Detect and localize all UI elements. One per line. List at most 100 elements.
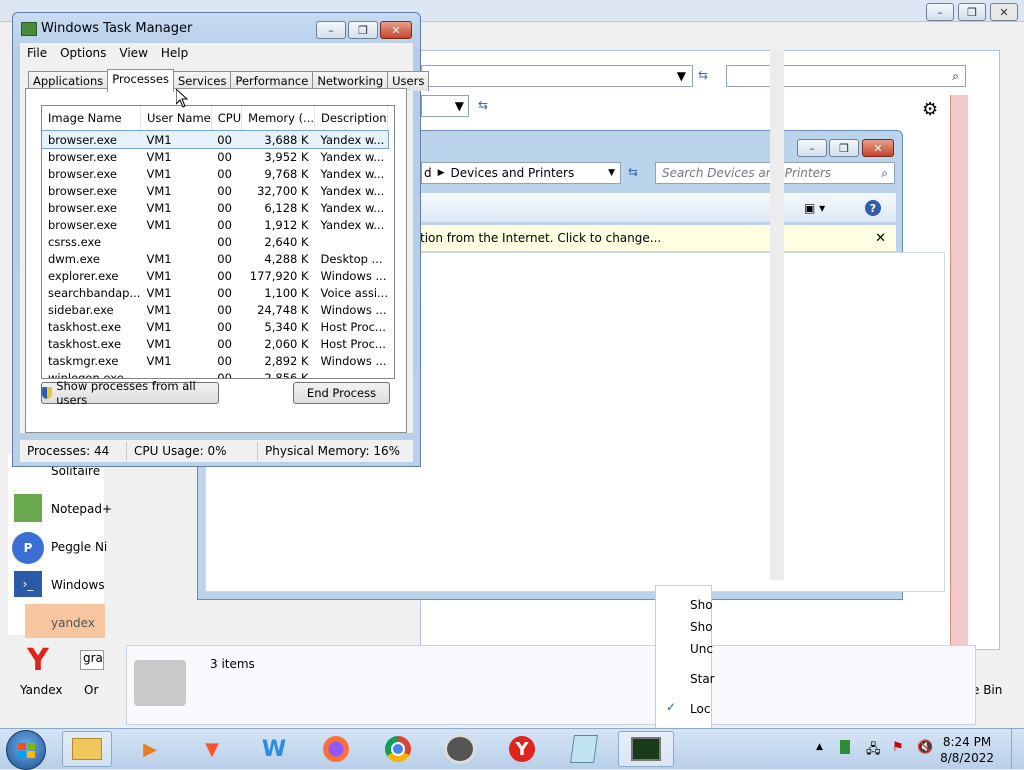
close-icon[interactable]: ✕ bbox=[875, 231, 886, 246]
table-row[interactable]: searchbandap... VM1 00 1,100 K Voice assi... bbox=[42, 284, 388, 301]
bg-refresh-icon[interactable]: ⇆ bbox=[698, 68, 708, 82]
menu-view[interactable]: View bbox=[119, 46, 147, 60]
bg-maximize-button[interactable]: ❐ bbox=[958, 3, 986, 21]
devices-maximize-button[interactable]: ❐ bbox=[829, 139, 859, 157]
column-image-name[interactable]: Image Name bbox=[42, 106, 141, 131]
context-item-5[interactable]: Loc bbox=[690, 702, 710, 716]
chevron-down-icon[interactable]: ▼ bbox=[455, 99, 464, 113]
show-all-processes-button[interactable]: Show processes from all users bbox=[41, 379, 219, 407]
table-row[interactable]: browser.exe VM1 00 1,912 K Yandex w... bbox=[42, 216, 388, 233]
cell-image-name: browser.exe bbox=[48, 166, 118, 181]
yandex-desktop-icon[interactable]: Y bbox=[22, 645, 54, 677]
media-player-taskbar-icon[interactable]: ▶ bbox=[134, 733, 166, 765]
cell-cpu: 00 bbox=[217, 268, 232, 283]
table-row[interactable]: browser.exe VM1 00 9,768 K Yandex w... bbox=[42, 165, 388, 182]
cell-description bbox=[315, 369, 388, 378]
desktop-icon-yandex-label[interactable]: Yandex bbox=[20, 683, 63, 697]
desktop-icon-or-label[interactable]: Or bbox=[84, 683, 98, 697]
network-icon[interactable]: 🖧 bbox=[866, 740, 881, 762]
show-hidden-icons-icon[interactable]: ▲ bbox=[816, 742, 823, 752]
column-description[interactable]: Description bbox=[314, 106, 389, 131]
table-row[interactable]: explorer.exe VM1 00 177,920 K Windows ... bbox=[42, 267, 388, 284]
cell-cpu: 00 bbox=[211, 130, 242, 148]
table-row[interactable]: browser.exe VM1 00 32,700 K Yandex w... bbox=[42, 182, 388, 199]
search-fragment-box[interactable]: gra bbox=[80, 650, 104, 670]
devices-close-button[interactable]: ✕ bbox=[862, 139, 894, 157]
bg-address-bar[interactable]: ▼ bbox=[421, 65, 693, 87]
firefox-taskbar-icon[interactable] bbox=[320, 733, 352, 765]
chrome-taskbar-icon[interactable] bbox=[382, 733, 414, 765]
bg-close-button[interactable]: ✕ bbox=[990, 3, 1018, 21]
context-item-2[interactable]: Sho bbox=[690, 620, 713, 634]
cell-image-name: dwm.exe bbox=[48, 251, 100, 266]
chevron-down-icon[interactable]: ▼ bbox=[677, 69, 686, 83]
start-item-yandex[interactable]: yandex bbox=[51, 616, 95, 630]
security-infobar[interactable]: tion from the Internet. Click to change.… bbox=[420, 225, 896, 252]
start-item-notepad[interactable]: Notepad+ bbox=[51, 502, 112, 516]
notepad-taskbar-icon[interactable] bbox=[568, 733, 600, 765]
show-desktop-button[interactable] bbox=[1011, 729, 1024, 769]
taskbar-clock[interactable]: 8:24 PM 8/8/2022 bbox=[940, 734, 994, 766]
end-process-button[interactable]: End Process bbox=[293, 382, 390, 404]
cell-image-name: browser.exe bbox=[48, 183, 118, 198]
cell-image-name: browser.exe bbox=[48, 217, 118, 232]
start-item-peggle[interactable]: Peggle Ni bbox=[51, 540, 107, 554]
start-item-windows[interactable]: Windows bbox=[51, 578, 105, 592]
bg-refresh-icon-2[interactable]: ⇆ bbox=[478, 98, 488, 112]
cell-cpu: 00 bbox=[217, 166, 232, 181]
table-row[interactable]: winlogon.exe 00 2,856 K bbox=[42, 369, 388, 379]
tab-processes[interactable]: Processes bbox=[107, 69, 174, 92]
volume-muted-icon[interactable]: 🔇 bbox=[917, 740, 933, 755]
table-row[interactable]: sidebar.exe VM1 00 24,748 K Windows ... bbox=[42, 301, 388, 318]
context-item-1[interactable]: Sho bbox=[690, 598, 713, 612]
column-cpu[interactable]: CPU bbox=[211, 106, 243, 131]
bg-address-bar-2[interactable]: ▼ bbox=[421, 95, 469, 117]
tm-close-button[interactable]: ✕ bbox=[380, 21, 412, 39]
firefox-icon bbox=[323, 736, 349, 762]
notepad-icon bbox=[570, 735, 598, 763]
shield-icon bbox=[42, 387, 53, 399]
column-memory[interactable]: Memory (... bbox=[241, 106, 316, 131]
table-row[interactable]: browser.exe VM1 00 3,952 K Yandex w... bbox=[42, 148, 388, 165]
devices-refresh-icon[interactable]: ⇆ bbox=[628, 165, 638, 179]
breadcrumb-devices[interactable]: Devices and Printers bbox=[451, 166, 575, 180]
action-center-icon[interactable]: ⚑ bbox=[892, 740, 904, 755]
menu-help[interactable]: Help bbox=[161, 46, 188, 60]
tray-app-icon[interactable] bbox=[840, 740, 850, 754]
task-manager-taskbar-icon[interactable] bbox=[618, 731, 674, 767]
devices-minimize-button[interactable]: – bbox=[797, 139, 827, 157]
process-list[interactable]: Image Name User Name CPU Memory (... Des… bbox=[41, 105, 395, 379]
pink-panel bbox=[950, 95, 968, 710]
tm-minimize-button[interactable]: – bbox=[316, 21, 346, 39]
table-row[interactable]: taskhost.exe VM1 00 5,340 K Host Proc... bbox=[42, 318, 388, 335]
bg-search-box[interactable]: ⌕ bbox=[726, 65, 966, 87]
table-row[interactable]: browser.exe VM1 00 6,128 K Yandex w... bbox=[42, 199, 388, 216]
yandex-taskbar-icon[interactable]: Y bbox=[506, 733, 538, 765]
menu-options[interactable]: Options bbox=[60, 46, 106, 60]
context-item-4[interactable]: Star bbox=[690, 672, 715, 686]
context-item-3[interactable]: Unc bbox=[690, 642, 713, 656]
tm-maximize-button[interactable]: ❐ bbox=[348, 21, 378, 39]
table-row[interactable]: browser.exe VM1 00 3,688 K Yandex w... bbox=[42, 129, 389, 149]
gear-icon[interactable]: ⚙ bbox=[922, 99, 938, 120]
view-options-icon[interactable]: ▣ ▾ bbox=[804, 201, 825, 215]
table-row[interactable]: taskhost.exe VM1 00 2,060 K Host Proc... bbox=[42, 335, 388, 352]
explorer-taskbar-icon[interactable] bbox=[62, 731, 112, 767]
bg-minimize-button[interactable]: – bbox=[926, 3, 954, 21]
tm-menubar: File Options View Help bbox=[20, 43, 413, 63]
clock-date: 8/8/2022 bbox=[940, 751, 994, 765]
table-row[interactable]: taskmgr.exe VM1 00 2,892 K Windows ... bbox=[42, 352, 388, 369]
raccoon-app-taskbar-icon[interactable] bbox=[444, 733, 476, 765]
table-row[interactable]: csrss.exe 00 2,640 K bbox=[42, 233, 388, 250]
brave-taskbar-icon[interactable]: ▼ bbox=[196, 733, 228, 765]
start-button[interactable] bbox=[6, 730, 46, 770]
wps-taskbar-icon[interactable]: W bbox=[258, 733, 290, 765]
desktop-icon-recycle-label[interactable]: e Bin bbox=[972, 683, 1002, 697]
cell-memory: 6,128 K bbox=[264, 200, 309, 215]
table-row[interactable]: dwm.exe VM1 00 4,288 K Desktop ... bbox=[42, 250, 388, 267]
help-icon[interactable]: ? bbox=[865, 200, 881, 216]
chevron-down-icon[interactable]: ▼ bbox=[608, 168, 615, 178]
menu-file[interactable]: File bbox=[27, 46, 47, 60]
devices-address-bar[interactable]: d ▶ Devices and Printers ▼ bbox=[421, 162, 621, 184]
cell-user-name: VM1 bbox=[146, 285, 172, 300]
